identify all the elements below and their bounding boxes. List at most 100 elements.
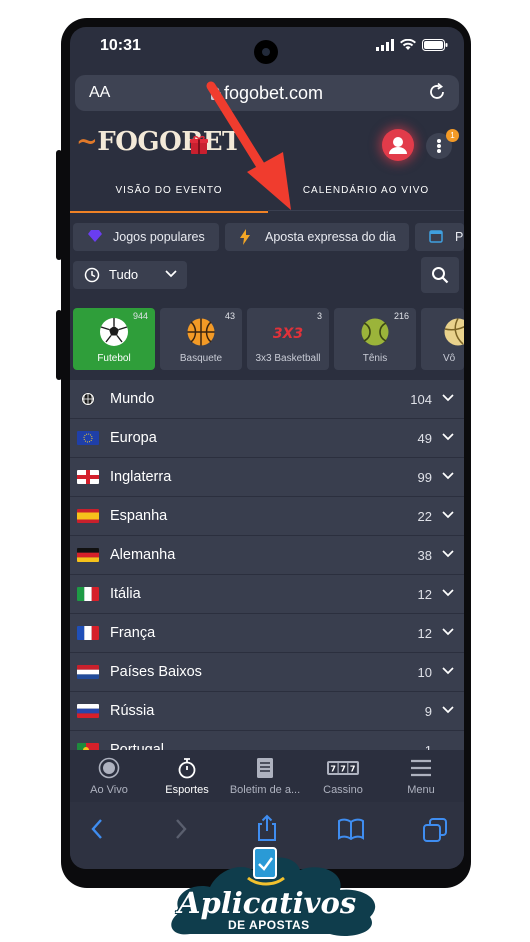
country-name: França — [110, 625, 156, 641]
filter-selected: Tudo — [109, 267, 139, 282]
country-name: Países Baixos — [110, 664, 202, 680]
country-count: 10 — [417, 665, 432, 680]
stopwatch-icon — [178, 758, 196, 779]
chevron-down-icon — [442, 589, 454, 597]
lightning-icon — [240, 229, 250, 245]
sport-label: 3x3 Basketball — [255, 353, 321, 364]
chip-label: Aposta expressa do dia — [265, 230, 396, 244]
nav-casino[interactable]: 777 Cassino — [304, 756, 382, 796]
sport-volleyball[interactable]: Vô — [421, 308, 464, 370]
globe-flag-icon — [81, 392, 95, 406]
chip-daily-express-bet[interactable]: Aposta expressa do dia — [225, 223, 409, 251]
nav-menu[interactable]: Menu — [382, 756, 460, 796]
country-count: 104 — [410, 392, 432, 407]
battery-icon — [422, 39, 448, 51]
sport-basketball[interactable]: 43 Basquete — [160, 308, 242, 370]
chevron-down-icon — [442, 433, 454, 441]
country-row-europa[interactable]: Europa 49 — [70, 419, 464, 457]
bookmarks-icon[interactable] — [338, 818, 364, 840]
sport-count: 43 — [224, 311, 235, 321]
sport-soccer[interactable]: 944 Futebol — [73, 308, 155, 370]
country-count: 49 — [417, 431, 432, 446]
watermark-title: Aplicativos — [178, 886, 357, 920]
user-avatar[interactable] — [382, 129, 414, 161]
country-row-inglaterra[interactable]: Inglaterra 99 — [70, 458, 464, 496]
nav-label: Cassino — [323, 784, 363, 796]
chevron-down-icon — [442, 550, 454, 558]
chevron-down-icon — [442, 472, 454, 480]
country-row-paises-baixos[interactable]: Países Baixos 10 — [70, 653, 464, 691]
wifi-icon — [400, 39, 416, 50]
time-filter-dropdown[interactable]: Tudo — [73, 261, 187, 289]
clock-icon — [84, 267, 100, 283]
country-row-alemanha[interactable]: Alemanha 38 — [70, 536, 464, 574]
basketball-icon — [187, 318, 215, 346]
sport-label: Vô — [443, 353, 456, 364]
svg-text:7: 7 — [350, 765, 356, 774]
back-icon[interactable] — [90, 818, 104, 840]
status-time: 10:31 — [100, 37, 141, 54]
notification-badge: 1 — [446, 129, 459, 142]
signal-icon — [376, 39, 394, 51]
chip-promo[interactable]: Pr — [415, 223, 464, 251]
country-count: 12 — [417, 587, 432, 602]
slot-machine-icon: 777 — [327, 761, 359, 775]
netherlands-flag-icon — [77, 665, 99, 679]
chevron-down-icon — [442, 394, 454, 402]
country-name: Espanha — [110, 508, 168, 524]
italy-flag-icon — [77, 587, 99, 601]
country-row-mundo[interactable]: Mundo 104 — [70, 380, 464, 418]
chevron-down-icon — [442, 628, 454, 636]
nav-live[interactable]: Ao Vivo — [70, 756, 148, 796]
country-count: 1 — [425, 743, 432, 750]
eu-flag-icon — [77, 431, 99, 445]
soccer-ball-icon — [100, 318, 128, 346]
tabs-icon[interactable] — [423, 818, 447, 842]
calendar-icon — [429, 230, 443, 243]
france-flag-icon — [77, 626, 99, 640]
hamburger-icon — [411, 759, 431, 777]
share-icon[interactable] — [256, 814, 278, 842]
svg-text:3X3: 3X3 — [273, 326, 303, 342]
country-name: Mundo — [110, 391, 155, 407]
nav-label: Menu — [407, 784, 435, 796]
chevron-down-icon — [165, 270, 177, 278]
chevron-down-icon — [442, 511, 454, 519]
nav-sports[interactable]: Esportes — [148, 756, 226, 796]
chip-label: Pr — [455, 230, 464, 244]
germany-flag-icon — [77, 548, 99, 562]
forward-icon[interactable] — [174, 818, 188, 840]
country-count: 9 — [424, 704, 432, 719]
sport-tennis[interactable]: 216 Tênis — [334, 308, 416, 370]
tab-label: CALENDÁRIO AO VIVO — [302, 185, 430, 196]
country-name: Portugal — [110, 742, 165, 750]
bottom-navigation: Ao Vivo Esportes Boletim de a... 777 Cas… — [70, 750, 464, 802]
watermark-subtitle: DE APOSTAS — [228, 918, 310, 932]
svg-text:7: 7 — [340, 765, 346, 774]
chip-popular-games[interactable]: Jogos populares — [73, 223, 219, 251]
sport-label: Tênis — [362, 353, 388, 364]
country-row-espanha[interactable]: Espanha 22 — [70, 497, 464, 535]
nav-bet-slip[interactable]: Boletim de a... — [226, 756, 304, 796]
diamond-icon — [88, 230, 102, 242]
chevron-down-icon — [442, 667, 454, 675]
sport-3x3-basketball[interactable]: 3 3X3 3x3 Basketball — [247, 308, 329, 370]
3x3-basketball-icon: 3X3 — [273, 326, 303, 342]
country-row-portugal[interactable]: Portugal 1 — [70, 731, 464, 750]
country-row-franca[interactable]: França 12 — [70, 614, 464, 652]
country-name: Alemanha — [110, 547, 176, 563]
reload-icon[interactable] — [427, 82, 447, 102]
country-row-russia[interactable]: Rússia 9 — [70, 692, 464, 730]
sport-label: Futebol — [97, 353, 131, 364]
status-icons — [376, 39, 448, 51]
russia-flag-icon — [77, 704, 99, 718]
annotation-arrow — [206, 81, 291, 210]
svg-text:7: 7 — [330, 765, 336, 774]
portugal-flag-icon — [77, 743, 99, 750]
front-camera — [254, 40, 278, 64]
country-row-italia[interactable]: Itália 12 — [70, 575, 464, 613]
country-name: Europa — [110, 430, 157, 446]
country-list: Mundo 104 Europa 49 Inglaterra 99 Espanh… — [70, 380, 464, 750]
search-button[interactable] — [421, 257, 459, 293]
country-name: Itália — [110, 586, 141, 602]
